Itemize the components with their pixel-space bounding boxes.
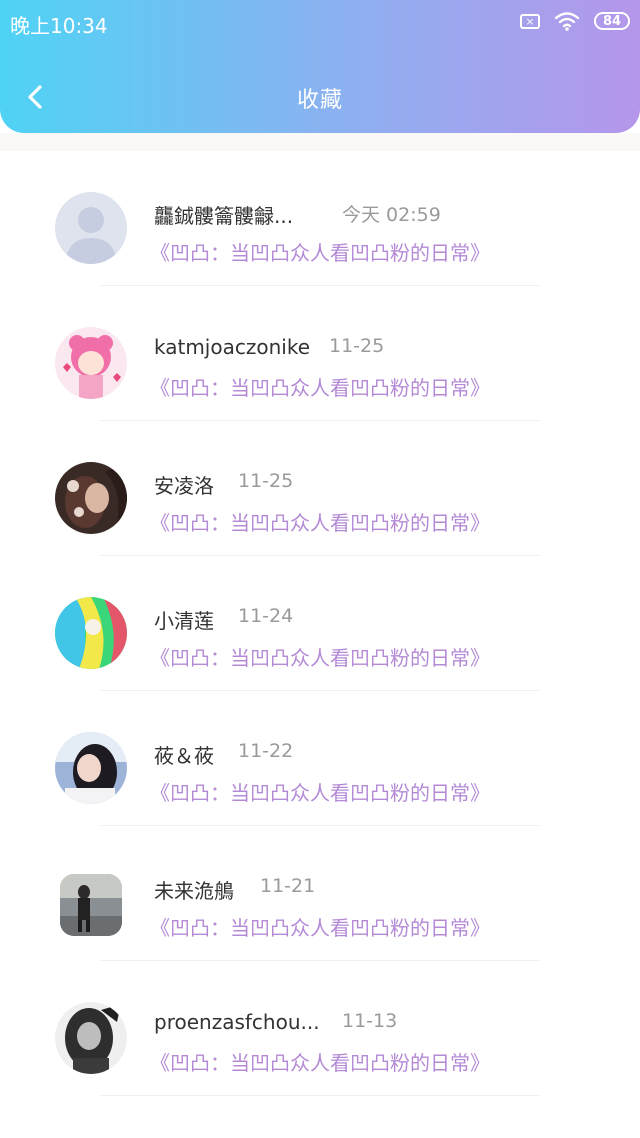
favorite-date: 11-21 (260, 875, 316, 897)
list-item[interactable]: 小清莲 11-24 《凹凸：当凹凸众人看凹凸粉的日常》 (0, 556, 640, 691)
wifi-icon (554, 12, 580, 31)
anime-pink-avatar-icon (55, 327, 127, 399)
sim-off-icon: × (520, 13, 540, 29)
divider (100, 1095, 540, 1096)
avatar[interactable] (55, 192, 127, 264)
list-item[interactable]: 龘鋮髏籥髏龣... 今天 02:59 《凹凸：当凹凸众人看凹凸粉的日常》 (0, 151, 640, 286)
list-item[interactable]: katmjoaczonike 11-25 《凹凸：当凹凸众人看凹凸粉的日常》 (0, 286, 640, 421)
page-title: 收藏 (296, 88, 343, 113)
avatar[interactable] (55, 1002, 127, 1074)
list-item[interactable]: proenzasfchou... 11-13 《凹凸：当凹凸众人看凹凸粉的日常》 (0, 961, 640, 1096)
status-icons: × 84 (520, 11, 630, 31)
list-item[interactable]: 未来洈鵃 11-21 《凹凸：当凹凸众人看凹凸粉的日常》 (0, 826, 640, 961)
favorite-date: 11-13 (342, 1010, 398, 1032)
status-time: 晚上10:34 (10, 14, 108, 38)
favorite-date: 11-25 (329, 335, 385, 357)
top-bar: 晚上10:34 × 84 收藏 (0, 0, 640, 133)
user-name: 安凌洛 (154, 474, 214, 498)
collection-title[interactable]: 《凹凸：当凹凸众人看凹凸粉的日常》 (150, 912, 490, 941)
user-name: 龘鋮髏籥髏龣... (154, 204, 294, 228)
avatar[interactable] (55, 597, 127, 669)
street-photo-avatar-icon (60, 874, 122, 936)
favorite-date: 今天 02:59 (342, 204, 441, 226)
colorful-avatar-icon (55, 597, 127, 669)
bw-portrait-avatar-icon (55, 1002, 127, 1074)
collection-title[interactable]: 《凹凸：当凹凸众人看凹凸粉的日常》 (150, 507, 490, 536)
user-name: katmjoaczonike (154, 335, 310, 359)
favorite-date: 11-24 (238, 605, 294, 627)
list-item[interactable]: 莜＆莜 11-22 《凹凸：当凹凸众人看凹凸粉的日常》 (0, 691, 640, 826)
avatar[interactable] (55, 327, 127, 399)
user-name: 小清莲 (154, 609, 214, 633)
avatar[interactable] (60, 874, 122, 936)
avatar[interactable] (55, 462, 127, 534)
collection-title[interactable]: 《凹凸：当凹凸众人看凹凸粉的日常》 (150, 642, 490, 671)
favorite-date: 11-22 (238, 740, 294, 762)
collection-title[interactable]: 《凹凸：当凹凸众人看凹凸粉的日常》 (150, 777, 490, 806)
dark-portrait-avatar-icon (55, 462, 127, 534)
girl-photo-avatar-icon (55, 732, 127, 804)
battery-indicator: 84 (594, 12, 630, 30)
collection-title[interactable]: 《凹凸：当凹凸众人看凹凸粉的日常》 (150, 237, 490, 266)
default-avatar-icon (55, 192, 127, 264)
list-item[interactable]: 安凌洛 11-25 《凹凸：当凹凸众人看凹凸粉的日常》 (0, 421, 640, 556)
user-name: 未来洈鵃 (154, 879, 234, 903)
collection-title[interactable]: 《凹凸：当凹凸众人看凹凸粉的日常》 (150, 1047, 490, 1076)
collection-title[interactable]: 《凹凸：当凹凸众人看凹凸粉的日常》 (150, 372, 490, 401)
avatar[interactable] (55, 732, 127, 804)
user-name: 莜＆莜 (154, 744, 214, 768)
favorite-date: 11-25 (238, 470, 294, 492)
header-divider (0, 133, 640, 151)
user-name: proenzasfchou... (154, 1010, 320, 1034)
favorites-list: 龘鋮髏籥髏龣... 今天 02:59 《凹凸：当凹凸众人看凹凸粉的日常》 kat… (0, 151, 640, 1096)
